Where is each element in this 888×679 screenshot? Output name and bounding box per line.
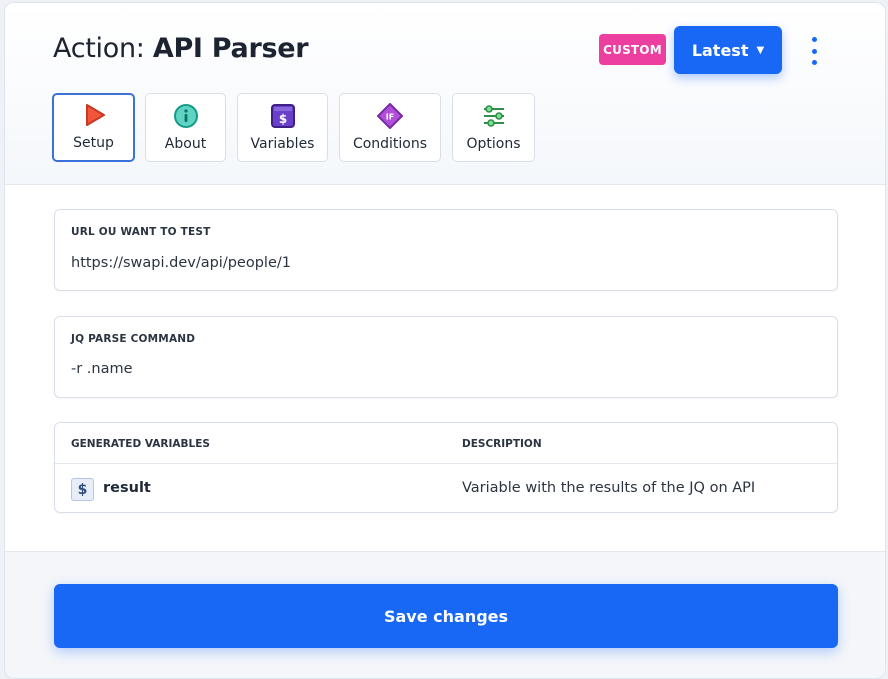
tab-variables-label: Variables (250, 136, 315, 152)
dollar-icon: $ (270, 103, 296, 129)
info-icon (173, 103, 199, 129)
tab-options-label: Options (466, 136, 521, 152)
play-icon (81, 102, 107, 128)
panel-footer: Save changes (5, 551, 885, 678)
url-field[interactable]: URL OU WANT TO TEST https://swapi.dev/ap… (54, 209, 838, 291)
tab-setup[interactable]: Setup (52, 93, 135, 162)
tab-setup-label: Setup (73, 135, 114, 151)
page-title: Action: API Parser (53, 33, 309, 64)
version-dropdown-button[interactable]: Latest ▼ (674, 26, 782, 74)
save-changes-button[interactable]: Save changes (54, 584, 838, 648)
tab-conditions[interactable]: IF Conditions (339, 93, 441, 162)
variables-table: GENERATED VARIABLES DESCRIPTION $ result… (54, 422, 838, 513)
panel-header: Action: API Parser CUSTOM Latest ▼ Setup (5, 3, 885, 185)
kebab-dot (811, 37, 817, 42)
if-diamond-icon: IF (377, 103, 403, 129)
jq-field-label: JQ PARSE COMMAND (71, 333, 196, 345)
version-label: Latest (691, 40, 749, 60)
column-header-description: DESCRIPTION (462, 438, 542, 450)
column-header-variables: GENERATED VARIABLES (71, 438, 210, 450)
variable-name: result (103, 480, 151, 496)
tab-about-label: About (164, 136, 207, 152)
jq-field[interactable]: JQ PARSE COMMAND -r .name (54, 316, 838, 398)
page-title-prefix: Action: (53, 33, 153, 64)
svg-text:$: $ (278, 112, 286, 126)
kebab-dot (811, 48, 817, 54)
tab-variables[interactable]: $ Variables (237, 93, 328, 162)
page-title-name: API Parser (152, 33, 309, 64)
custom-badge: CUSTOM (599, 34, 666, 65)
kebab-dot (811, 60, 817, 65)
caret-down-icon: ▼ (756, 44, 765, 56)
tab-conditions-label: Conditions (352, 136, 428, 152)
variable-description: Variable with the results of the JQ on A… (462, 480, 756, 496)
svg-text:IF: IF (386, 113, 394, 122)
tab-about[interactable]: About (145, 93, 226, 162)
tab-options[interactable]: Options (452, 93, 535, 162)
more-options-icon[interactable] (805, 37, 823, 65)
variable-dollar-icon: $ (71, 478, 94, 501)
table-header: GENERATED VARIABLES DESCRIPTION (55, 423, 837, 464)
url-field-label: URL OU WANT TO TEST (71, 226, 211, 238)
sliders-icon (481, 103, 507, 129)
jq-input[interactable]: -r .name (71, 361, 133, 377)
action-panel: Action: API Parser CUSTOM Latest ▼ Setup (4, 2, 886, 679)
url-input[interactable]: https://swapi.dev/api/people/1 (71, 255, 291, 271)
